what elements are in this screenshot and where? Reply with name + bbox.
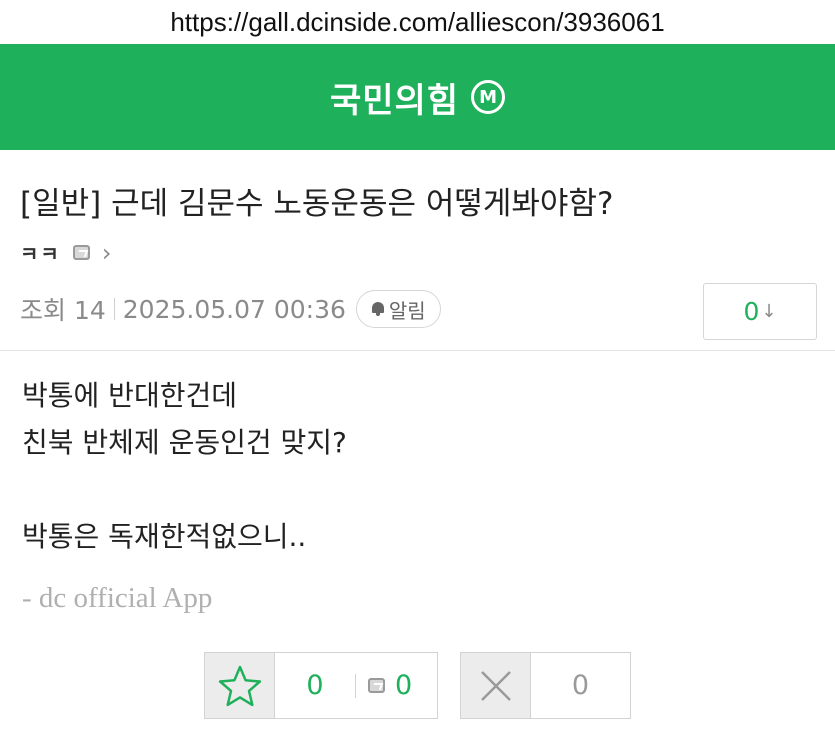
minor-badge-label: M bbox=[479, 86, 498, 108]
post-datetime: 2025.05.07 00:36 bbox=[122, 294, 346, 324]
notify-label: 알림 bbox=[388, 298, 426, 323]
app-icon bbox=[72, 245, 90, 260]
author-row[interactable]: ㅋㅋ › bbox=[20, 238, 111, 267]
body-line: 박통에 반대한건데 bbox=[22, 379, 237, 412]
body-line: 박통은 독재한적없으니.. bbox=[22, 520, 307, 553]
divider bbox=[0, 350, 835, 351]
recommend-button[interactable] bbox=[205, 653, 275, 718]
post-title: [일반] 근데 김문수 노동운동은 어떻게봐야함? bbox=[20, 186, 614, 222]
comment-count-button[interactable]: 0 ↓ bbox=[703, 283, 817, 340]
recommend-group: 0 0 bbox=[204, 652, 438, 719]
nonrecommend-count: 0 bbox=[571, 670, 590, 701]
nonrecommend-button[interactable] bbox=[461, 653, 531, 718]
minor-gallery-badge-icon: M bbox=[471, 80, 506, 114]
app-icon bbox=[368, 678, 385, 693]
gallery-header: 국민의힘 M bbox=[0, 44, 835, 150]
nonrecommend-group: 0 bbox=[460, 652, 631, 719]
notify-button[interactable]: 알림 bbox=[355, 290, 441, 328]
close-x-icon bbox=[480, 670, 511, 701]
down-arrow-icon: ↓ bbox=[761, 301, 777, 322]
recommend-divider bbox=[355, 673, 356, 698]
view-count: 조회 14 bbox=[20, 296, 106, 325]
meta-divider bbox=[113, 298, 115, 320]
author-name[interactable]: ㅋㅋ bbox=[20, 238, 61, 267]
post-body: 박통에 반대한건데 친북 반체제 운동인건 맞지? 박통은 독재한적없으니.. bbox=[22, 372, 347, 560]
app-recommend: 0 bbox=[368, 670, 412, 701]
chevron-right-icon[interactable]: › bbox=[102, 241, 112, 265]
body-line: 친북 반체제 운동인건 맞지? bbox=[22, 426, 347, 459]
gallery-title[interactable]: 국민의힘 bbox=[330, 73, 459, 122]
recommend-count: 0 bbox=[306, 670, 324, 701]
post-meta: 조회 14 2025.05.07 00:36 알림 bbox=[20, 290, 441, 328]
bell-icon bbox=[371, 301, 385, 317]
comment-count: 0 bbox=[743, 297, 760, 326]
url-text: https://gall.dcinside.com/alliescon/3936… bbox=[170, 6, 665, 37]
app-recommend-count: 0 bbox=[395, 670, 413, 701]
app-signature: - dc official App bbox=[22, 582, 213, 614]
star-icon bbox=[218, 665, 261, 706]
url-bar[interactable]: https://gall.dcinside.com/alliescon/3936… bbox=[0, 0, 835, 44]
